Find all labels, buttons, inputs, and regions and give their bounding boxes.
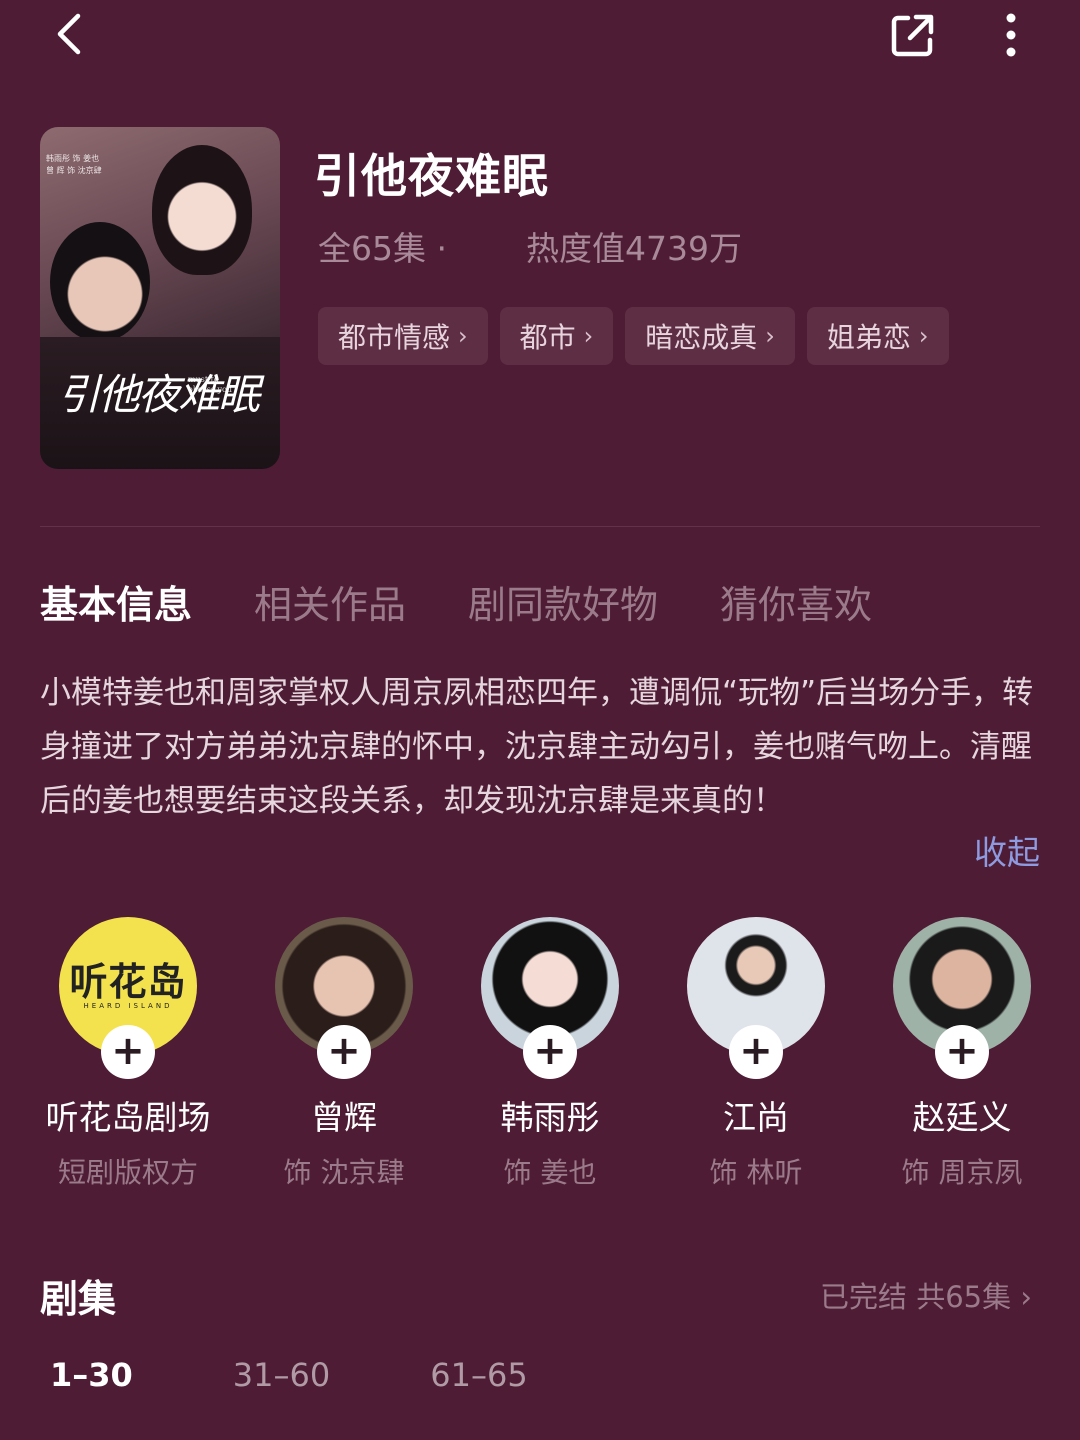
chevron-right-icon: › [765, 322, 775, 350]
share-icon [891, 14, 934, 57]
show-title: 引他夜难眠 [314, 149, 549, 203]
poster-credit-line: 曾 辉 饰 沈京肆 [46, 166, 102, 175]
tag-label: 都市 [519, 321, 576, 354]
tag-label: 姐弟恋 [826, 321, 911, 354]
tab-recommendations[interactable]: 猜你喜欢 [720, 574, 872, 629]
poster-title-art: 引他夜难眠 [58, 370, 260, 419]
cast-role: 短剧版权方 [57, 1156, 198, 1189]
tag-label: 都市情感 [338, 321, 451, 354]
tag-chip[interactable]: 暗恋成真 › [625, 307, 795, 365]
avatar[interactable]: + [275, 917, 413, 1079]
synopsis-text: 小模特姜也和周家掌权人周京夙相恋四年，遭调侃“玩物”后当场分手，转身撞进了对方弟… [40, 675, 1034, 819]
more-button[interactable] [996, 10, 1026, 60]
episode-range-tabs: 1–30 31–60 61–65 [50, 1356, 528, 1394]
share-button[interactable] [886, 8, 940, 62]
cast-item-actor[interactable]: + 曾辉 饰 沈京肆 [254, 917, 434, 1191]
more-vertical-icon [1006, 13, 1016, 57]
tab-bar: 基本信息 相关作品 剧同款好物 猜你喜欢 [40, 574, 872, 629]
chevron-right-icon: › [918, 322, 929, 350]
cast-role: 饰 沈京肆 [283, 1156, 405, 1189]
cast-role: 饰 姜也 [503, 1156, 597, 1189]
poster-man-figure [50, 222, 150, 342]
chevron-right-icon: › [583, 322, 594, 350]
cast-item-actor[interactable]: + 江尚 饰 林听 [666, 917, 846, 1191]
tag-chip[interactable]: 姐弟恋 › [806, 307, 949, 365]
episodes-status-link[interactable]: 已完结 共65集 › [820, 1274, 1032, 1316]
tag-chip[interactable]: 都市情感 › [318, 307, 488, 365]
heat-value: 热度值4739万 [526, 229, 742, 268]
cast-role: 饰 林听 [709, 1156, 803, 1189]
cast-name: 江尚 [723, 1098, 789, 1137]
section-divider [40, 526, 1040, 527]
cast-name: 韩雨彤 [500, 1098, 600, 1137]
tag-label: 暗恋成真 [645, 321, 758, 354]
follow-plus-icon[interactable]: + [729, 1025, 783, 1079]
cast-item-actor[interactable]: + 赵廷义 饰 周京夙 [872, 917, 1052, 1191]
episode-range-tab[interactable]: 61–65 [430, 1356, 527, 1394]
back-button[interactable] [48, 10, 96, 58]
cast-item-actor[interactable]: + 韩雨彤 饰 姜也 [460, 917, 640, 1191]
poster-credit-line: 韩雨彤 饰 姜也 [46, 154, 100, 163]
episodes-heading: 剧集 [40, 1277, 117, 1321]
avatar[interactable]: + [687, 917, 825, 1079]
tag-chip[interactable]: 都市 › [499, 307, 614, 365]
follow-plus-icon[interactable]: + [935, 1025, 989, 1079]
chevron-right-icon: › [458, 322, 468, 350]
poster-image[interactable]: 韩雨彤 饰 姜也 曾 辉 饰 沈京肆 must to obsess you 引他… [40, 127, 280, 469]
avatar[interactable]: 听花岛 HEARD ISLAND + [59, 917, 197, 1079]
episode-count: 全65集 · [318, 229, 447, 268]
cast-name: 赵廷义 [912, 1098, 1012, 1137]
cast-name: 曾辉 [311, 1098, 377, 1137]
cast-item-studio[interactable]: 听花岛 HEARD ISLAND + 听花岛剧场 短剧版权方 [38, 917, 218, 1191]
cast-name: 听花岛剧场 [45, 1098, 211, 1137]
poster-woman-figure [152, 145, 252, 275]
episode-range-tab[interactable]: 1–30 [50, 1356, 133, 1394]
chevron-left-icon [57, 13, 81, 55]
tag-list: 都市情感 › 都市 › 暗恋成真 › 姐弟恋 › [318, 307, 949, 365]
tab-related-works[interactable]: 相关作品 [254, 574, 406, 629]
studio-logo-text: 听花岛 [69, 960, 187, 1004]
follow-plus-icon[interactable]: + [523, 1025, 577, 1079]
episode-range-tab[interactable]: 31–60 [233, 1356, 330, 1394]
avatar[interactable]: + [481, 917, 619, 1079]
avatar[interactable]: + [893, 917, 1031, 1079]
follow-plus-icon[interactable]: + [317, 1025, 371, 1079]
tab-basic-info[interactable]: 基本信息 [40, 574, 192, 629]
cast-role: 饰 周京夙 [901, 1156, 1023, 1189]
studio-logo-subtext: HEARD ISLAND [83, 1002, 173, 1010]
tab-same-products[interactable]: 剧同款好物 [468, 574, 658, 629]
poster-credits: 韩雨彤 饰 姜也 曾 辉 饰 沈京肆 [46, 153, 102, 177]
collapse-link[interactable]: 收起 [974, 826, 1040, 874]
follow-plus-icon[interactable]: + [101, 1025, 155, 1079]
